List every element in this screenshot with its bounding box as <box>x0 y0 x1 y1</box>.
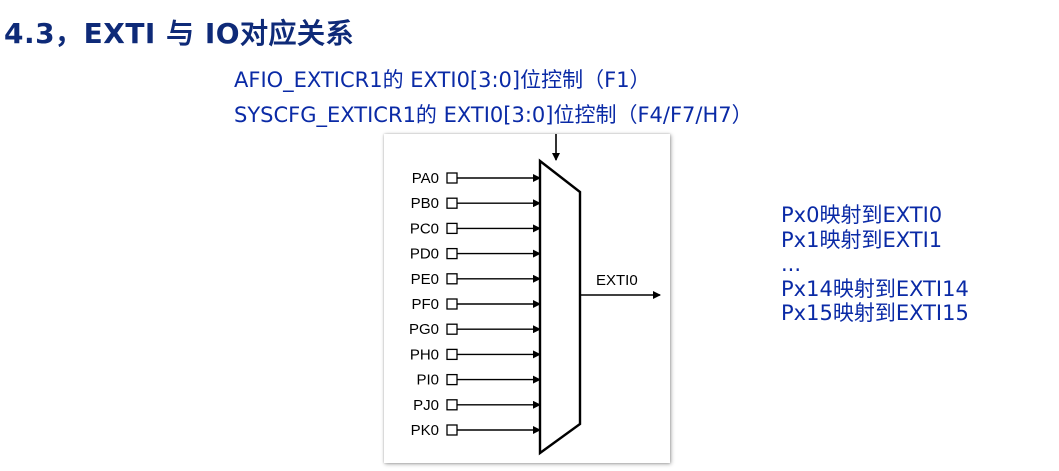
mapping-line: Px15映射到EXTI15 <box>781 301 969 325</box>
mapping-list: Px0映射到EXTI0 Px1映射到EXTI1 ... Px14映射到EXTI1… <box>781 203 969 326</box>
mapping-line: Px14映射到EXTI14 <box>781 276 969 301</box>
pin-label-pi0: PI0 <box>416 372 439 389</box>
mapping-line: Px1映射到EXTI1 <box>781 227 943 252</box>
mapping-ellipsis: ... <box>781 252 802 276</box>
pin-label-ph0: PH0 <box>410 346 439 363</box>
pin-label-pf0: PF0 <box>411 296 439 313</box>
pin-label-pk0: PK0 <box>411 422 439 439</box>
pin-label-pe0: PE0 <box>411 271 439 288</box>
exti-mux-diagram: EXTI0 PA0 PB0 PC0 PD0 PE0 PF0 PG0 PH0 PI0 PJ0 PK0 <box>384 134 670 463</box>
page-title: 4.3，EXTI 与 IO对应关系 <box>4 17 355 50</box>
pin-terminal <box>446 247 458 260</box>
pin-label-pj0: PJ0 <box>413 397 439 414</box>
pin-label-pa0: PA0 <box>412 170 439 187</box>
pin-label-pg0: PG0 <box>409 321 439 338</box>
mapping-line: Px0映射到EXTI0 <box>781 203 943 227</box>
syscfg-control-note: SYSCFG_EXTICR1的 EXTI0[3:0]位控制（F4/F7/H7） <box>234 103 753 127</box>
pin-terminal <box>446 323 458 335</box>
mux-svg: EXTI0 PA0 PB0 PC0 PD0 PE0 PF0 PG0 PH0 PI0 PJ0 PK0 <box>409 134 661 456</box>
pin-terminal <box>446 222 458 235</box>
pin-label-pc0: PC0 <box>410 220 439 237</box>
input-pins: PA0 PB0 PC0 PD0 PE0 PF0 PG0 PH0 PI0 PJ0 PK0 <box>409 170 541 439</box>
pin-terminal <box>446 373 458 386</box>
pin-terminal <box>446 424 458 436</box>
pin-label-pb0: PB0 <box>411 195 439 212</box>
pin-terminal <box>446 197 458 209</box>
output-label-exti0: EXTI0 <box>596 272 638 289</box>
pin-terminal <box>446 298 458 310</box>
multiplexer-shape <box>538 158 582 456</box>
pin-label-pd0: PD0 <box>410 246 439 263</box>
pin-terminal <box>446 348 458 361</box>
pin-terminal <box>446 399 458 411</box>
afio-control-note: AFIO_EXTICR1的 EXTI0[3:0]位控制（F1） <box>234 68 651 92</box>
pin-terminal <box>446 273 458 285</box>
pin-terminal <box>446 172 458 184</box>
